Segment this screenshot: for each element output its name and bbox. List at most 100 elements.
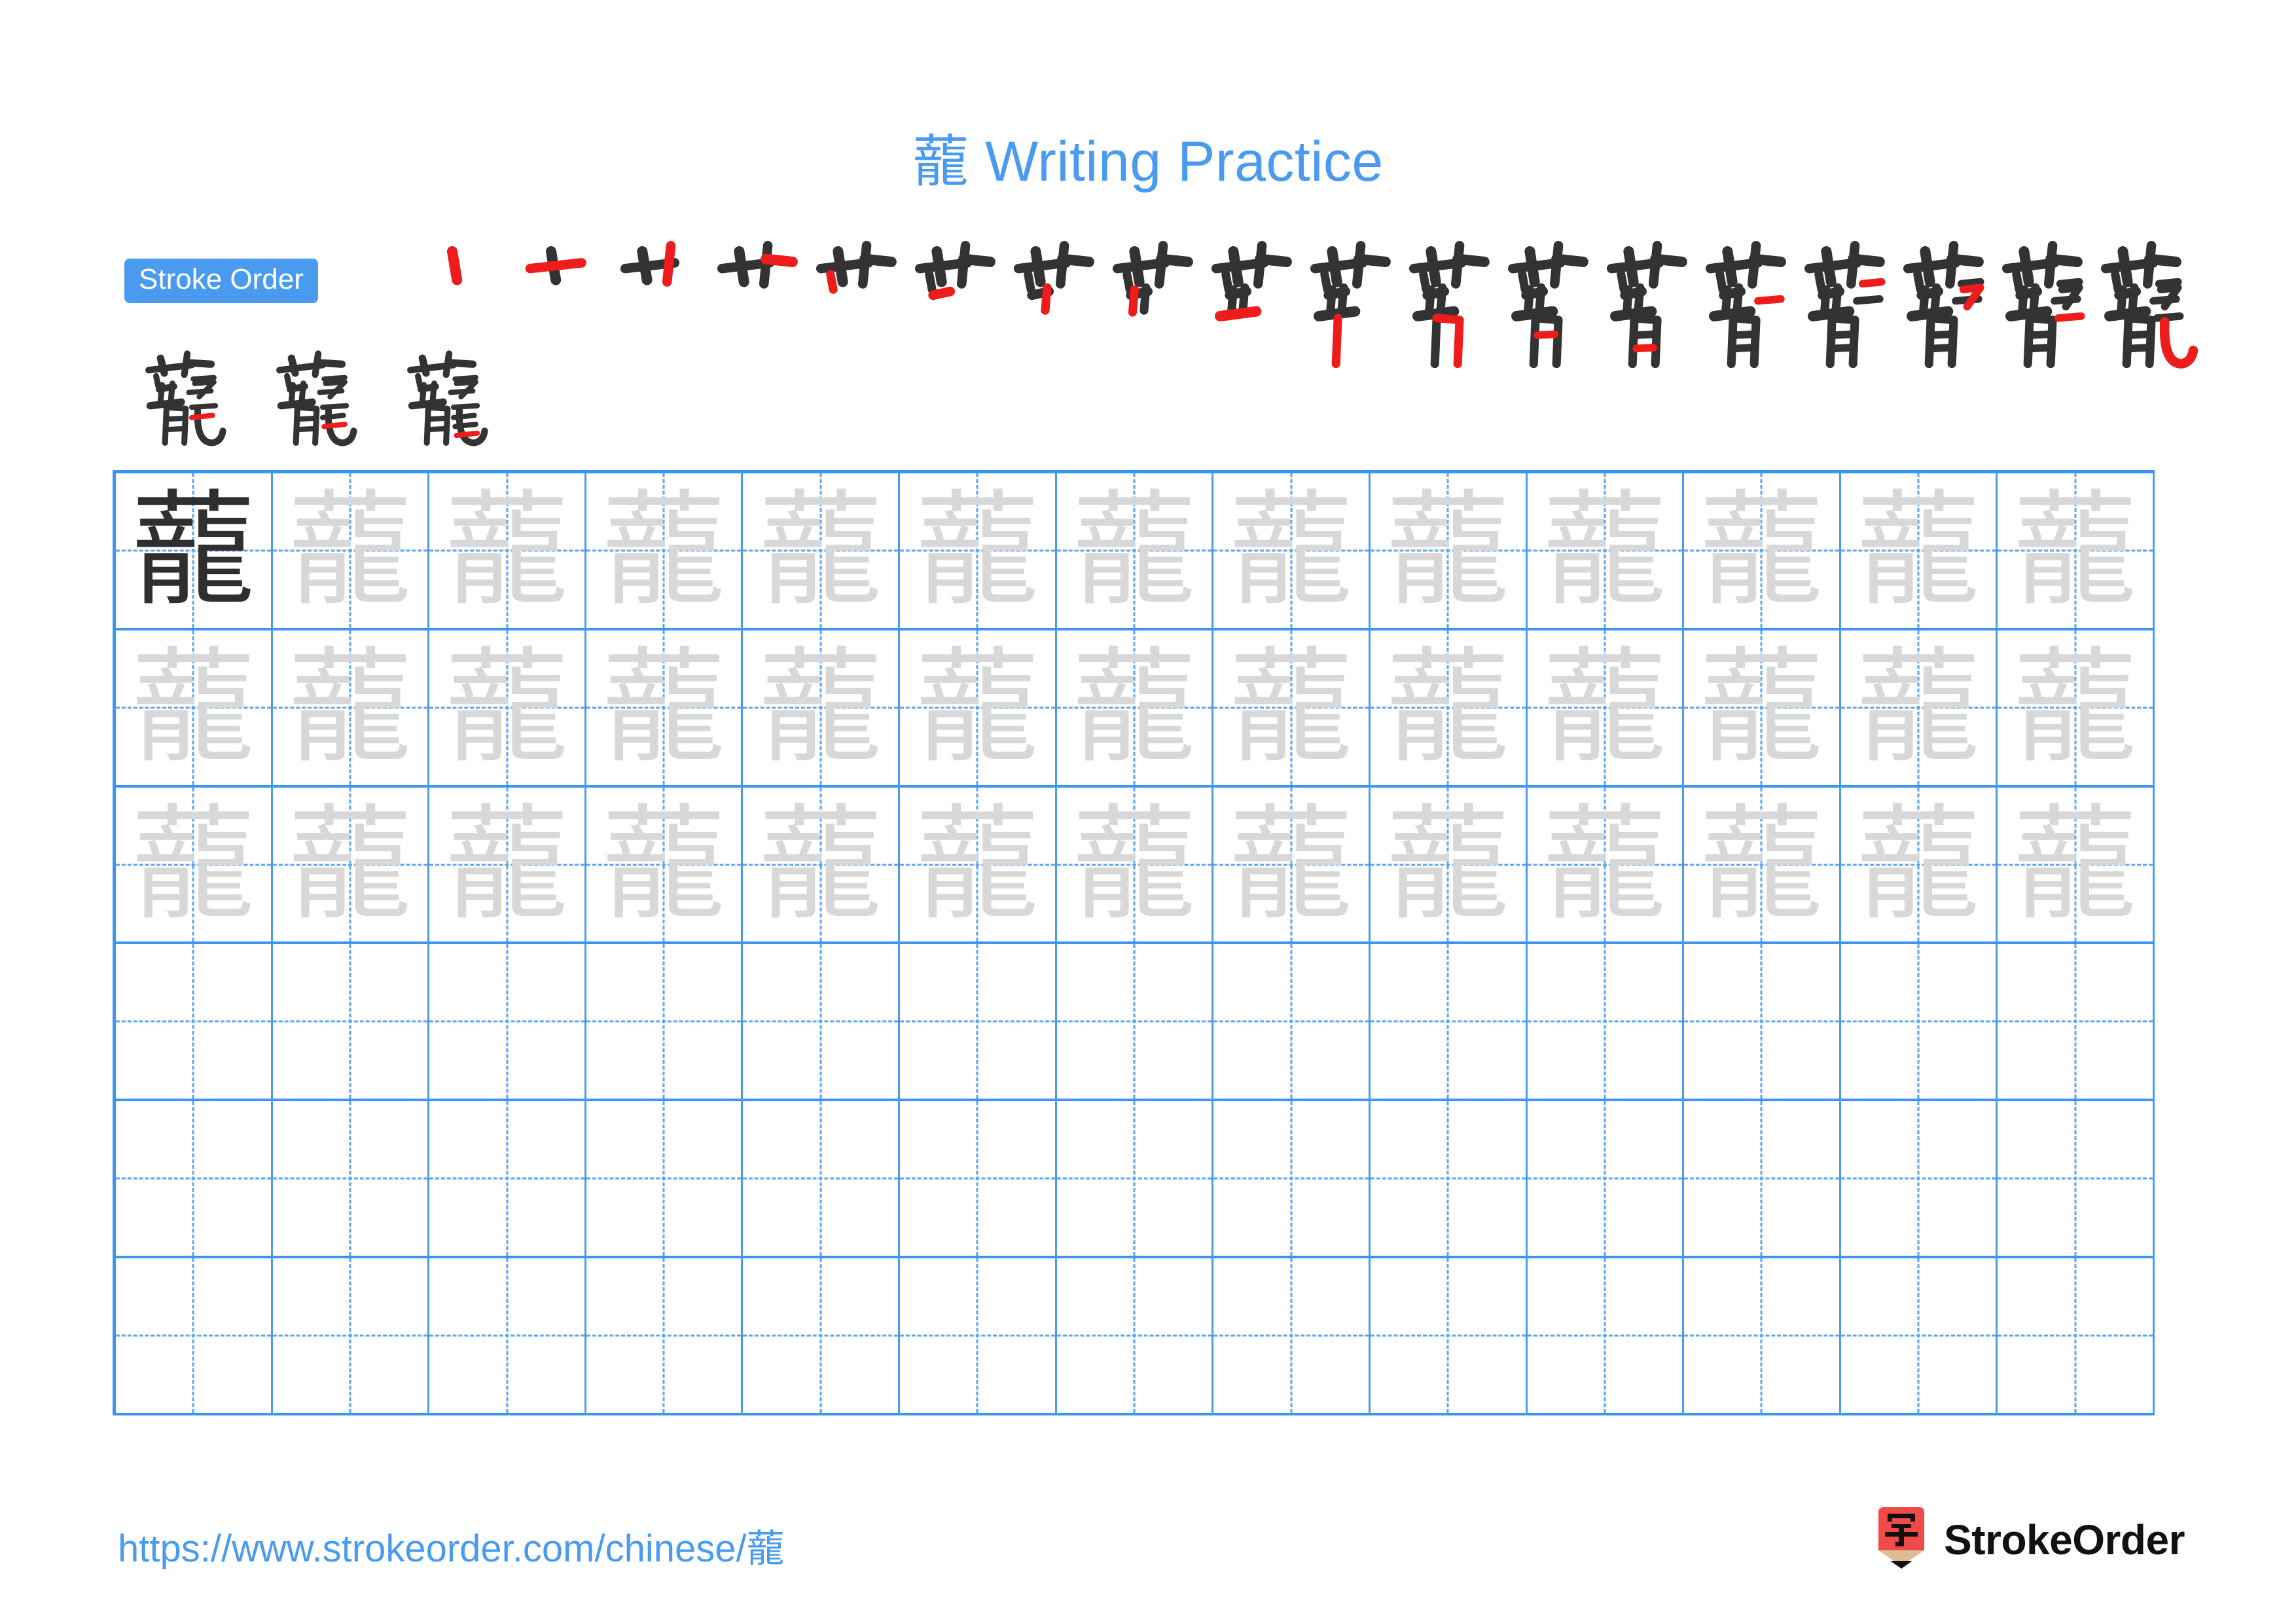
grid-cell[interactable]: 蘢 xyxy=(1998,473,2155,630)
grid-cell[interactable] xyxy=(1056,944,1214,1102)
grid-cell[interactable] xyxy=(900,1258,1057,1415)
grid-cell[interactable]: 蘢 xyxy=(272,630,430,788)
grid-cell[interactable] xyxy=(1056,1101,1214,1259)
practice-character: 蘢 xyxy=(2013,477,2138,623)
grid-cell[interactable] xyxy=(743,944,901,1102)
grid-cell[interactable] xyxy=(1840,1101,1998,1259)
practice-character: 蘢 xyxy=(1229,634,1354,780)
grid-cell[interactable] xyxy=(586,944,744,1102)
grid-cell[interactable]: 蘢 xyxy=(429,630,586,788)
grid-cell[interactable]: 蘢 xyxy=(1527,473,1685,630)
footer-url[interactable]: https://www.strokeorder.com/chinese/蘢 xyxy=(118,1518,785,1573)
grid-cell[interactable]: 蘢 xyxy=(1684,473,1841,630)
grid-cell[interactable] xyxy=(1840,944,1998,1102)
grid-cell[interactable]: 蘢 xyxy=(586,473,744,630)
grid-cell[interactable] xyxy=(900,944,1057,1102)
practice-character: 蘢 xyxy=(1699,792,1824,937)
grid-cell[interactable] xyxy=(1684,1258,1841,1415)
grid-cell[interactable] xyxy=(1370,1258,1528,1415)
grid-cell[interactable]: 蘢 xyxy=(900,473,1057,630)
practice-character: 蘢 xyxy=(131,477,256,623)
grid-cell[interactable] xyxy=(116,1101,273,1259)
practice-character: 蘢 xyxy=(601,792,726,937)
grid-cell[interactable]: 蘢 xyxy=(1056,787,1214,945)
grid-cell[interactable] xyxy=(900,1101,1057,1259)
grid-cell[interactable]: 蘢 xyxy=(743,473,901,630)
grid-cell[interactable] xyxy=(1213,1258,1371,1415)
grid-cell[interactable]: 蘢 xyxy=(1213,787,1371,945)
practice-character: 蘢 xyxy=(1386,477,1511,623)
practice-character: 蘢 xyxy=(287,477,412,623)
grid-cell[interactable]: 蘢 xyxy=(1056,473,1214,630)
grid-cell[interactable] xyxy=(1370,944,1528,1102)
grid-cell[interactable] xyxy=(1527,1258,1685,1415)
practice-character: 蘢 xyxy=(601,477,726,623)
grid-cell[interactable] xyxy=(1370,1101,1528,1259)
grid-cell[interactable]: 蘢 xyxy=(1370,787,1528,945)
grid-cell[interactable]: 蘢 xyxy=(1684,787,1841,945)
grid-cell[interactable]: 蘢 xyxy=(1840,630,1998,788)
grid-cell[interactable]: 蘢 xyxy=(1684,630,1841,788)
grid-cell[interactable]: 蘢 xyxy=(1998,787,2155,945)
grid-cell[interactable] xyxy=(1213,944,1371,1102)
grid-cell[interactable]: 蘢 xyxy=(1213,630,1371,788)
grid-cell[interactable] xyxy=(1056,1258,1214,1415)
grid-cell[interactable]: 蘢 xyxy=(1370,473,1528,630)
grid-cell[interactable] xyxy=(1213,1101,1371,1259)
stroke-step-19 xyxy=(121,340,252,452)
brand-logo-group[interactable]: StrokeOrder xyxy=(1873,1506,2185,1574)
grid-cell[interactable] xyxy=(116,944,273,1102)
grid-cell[interactable] xyxy=(1527,944,1685,1102)
grid-cell[interactable] xyxy=(1998,944,2155,1102)
grid-cell[interactable]: 蘢 xyxy=(743,630,901,788)
grid-cell[interactable]: 蘢 xyxy=(900,787,1057,945)
practice-character: 蘢 xyxy=(1699,477,1824,623)
practice-character: 蘢 xyxy=(1071,477,1196,623)
grid-cell[interactable]: 蘢 xyxy=(1840,787,1998,945)
grid-cell[interactable]: 蘢 xyxy=(743,787,901,945)
grid-cell[interactable] xyxy=(743,1258,901,1415)
grid-cell[interactable]: 蘢 xyxy=(586,787,744,945)
grid-cell[interactable]: 蘢 xyxy=(586,630,744,788)
grid-cell[interactable] xyxy=(1684,944,1841,1102)
practice-character: 蘢 xyxy=(2013,792,2138,937)
practice-character: 蘢 xyxy=(444,477,569,623)
grid-cell[interactable]: 蘢 xyxy=(272,473,430,630)
grid-cell[interactable]: 蘢 xyxy=(116,787,273,945)
stroke-order-sequence-row-2 xyxy=(121,340,579,452)
grid-cell[interactable] xyxy=(272,944,430,1102)
grid-cell[interactable]: 蘢 xyxy=(900,630,1057,788)
grid-cell[interactable]: 蘢 xyxy=(1527,787,1685,945)
grid-cell[interactable]: 蘢 xyxy=(429,787,586,945)
stroke-step-7 xyxy=(1005,230,1104,335)
grid-cell[interactable]: 蘢 xyxy=(1840,473,1998,630)
grid-cell[interactable]: 蘢 xyxy=(1370,630,1528,788)
grid-cell[interactable] xyxy=(586,1101,744,1259)
grid-cell[interactable] xyxy=(1527,1101,1685,1259)
grid-cell[interactable]: 蘢 xyxy=(1527,630,1685,788)
grid-cell[interactable]: 蘢 xyxy=(1213,473,1371,630)
practice-character: 蘢 xyxy=(2013,634,2138,780)
grid-cell[interactable]: 蘢 xyxy=(116,473,273,630)
stroke-step-6 xyxy=(906,230,1005,335)
grid-cell[interactable] xyxy=(1998,1101,2155,1259)
practice-character: 蘢 xyxy=(131,792,256,937)
grid-cell[interactable] xyxy=(272,1258,430,1415)
grid-cell[interactable] xyxy=(429,944,586,1102)
grid-cell[interactable] xyxy=(116,1258,273,1415)
brand-name: StrokeOrder xyxy=(1944,1516,2185,1563)
grid-cell[interactable]: 蘢 xyxy=(1056,630,1214,788)
grid-cell[interactable] xyxy=(272,1101,430,1259)
practice-character: 蘢 xyxy=(915,634,1040,780)
grid-cell[interactable] xyxy=(586,1258,744,1415)
grid-cell[interactable]: 蘢 xyxy=(429,473,586,630)
grid-cell[interactable] xyxy=(429,1101,586,1259)
grid-cell[interactable]: 蘢 xyxy=(272,787,430,945)
grid-cell[interactable]: 蘢 xyxy=(116,630,273,788)
grid-cell[interactable] xyxy=(1998,1258,2155,1415)
grid-cell[interactable] xyxy=(743,1101,901,1259)
grid-cell[interactable] xyxy=(1684,1101,1841,1259)
grid-cell[interactable] xyxy=(429,1258,586,1415)
grid-cell[interactable]: 蘢 xyxy=(1998,630,2155,788)
grid-cell[interactable] xyxy=(1840,1258,1998,1415)
